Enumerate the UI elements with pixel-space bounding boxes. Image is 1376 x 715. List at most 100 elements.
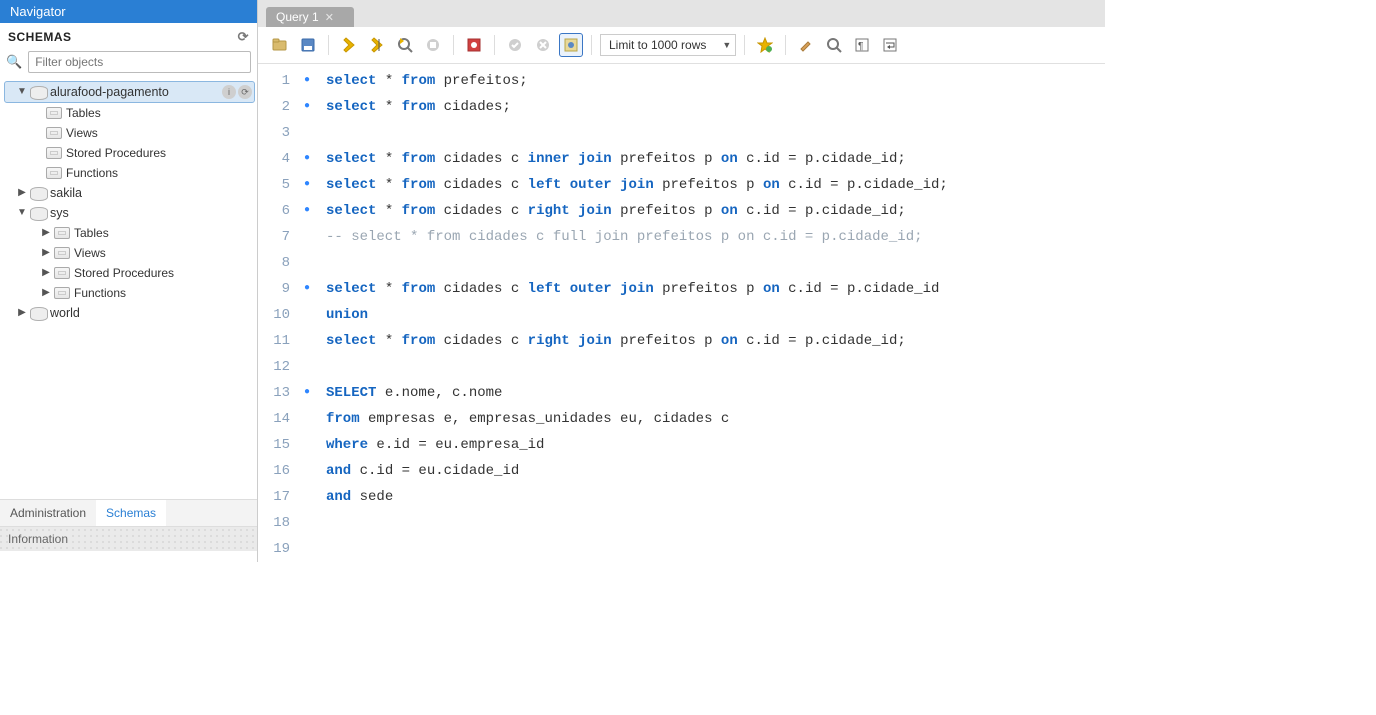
line-number: 13 [258,380,298,406]
line-number: 11 [258,328,298,354]
code-line[interactable]: union [316,302,1105,328]
stop-icon[interactable] [421,33,445,57]
folder-icon [46,127,62,139]
db-item-alurafood[interactable]: ▼ alurafood-pagamento i⟳ [4,81,255,103]
code-line[interactable]: from empresas e, empresas_unidades eu, c… [316,406,1105,432]
explain-icon[interactable] [393,33,417,57]
open-file-icon[interactable] [268,33,292,57]
schemas-label: SCHEMAS [8,30,72,44]
search-icon: 🔍 [6,54,22,70]
code-line[interactable]: select * from cidades c inner join prefe… [316,146,1105,172]
sql-editor[interactable]: 1●select * from prefeitos;2●select * fro… [258,64,1105,562]
commit-icon[interactable] [503,33,527,57]
beautify-icon[interactable] [794,33,818,57]
code-line[interactable]: where e.id = eu.empresa_id [316,432,1105,458]
rollback-icon[interactable] [531,33,555,57]
code-line[interactable]: and sede [316,484,1105,510]
line-number: 8 [258,250,298,276]
line-number: 9 [258,276,298,302]
code-line[interactable]: -- select * from cidades c full join pre… [316,224,1105,250]
execute-script-icon[interactable] [365,33,389,57]
execute-icon[interactable] [337,33,361,57]
search-icon[interactable] [822,33,846,57]
line-number: 1 [258,68,298,94]
db-item-sys[interactable]: ▼ sys [4,203,255,223]
line-number: 3 [258,120,298,146]
line-number: 6 [258,198,298,224]
code-line[interactable] [316,120,1105,146]
line-number: 19 [258,536,298,562]
tree-sys-fn[interactable]: ▶ Functions [4,283,255,303]
folder-icon [54,267,70,279]
wrap-icon[interactable] [878,33,902,57]
database-icon [30,306,46,320]
save-icon[interactable] [296,33,320,57]
code-line[interactable] [316,510,1105,536]
code-line[interactable]: select * from prefeitos; [316,68,1105,94]
query-tabs: Query 1 ✕ [258,0,1105,27]
folder-icon [54,227,70,239]
code-line[interactable]: select * from cidades c left outer join … [316,276,1105,302]
navigator-panel: Navigator SCHEMAS ⟳ 🔍 ▼ alurafood-pagame… [0,0,258,562]
database-icon [30,85,46,99]
line-number: 7 [258,224,298,250]
schema-tree: ▼ alurafood-pagamento i⟳ Tables Views St… [0,79,257,499]
line-number: 12 [258,354,298,380]
favorite-icon[interactable] [753,33,777,57]
code-line[interactable]: SELECT e.nome, c.nome [316,380,1105,406]
db-item-sakila[interactable]: ▶ sakila [4,183,255,203]
database-icon [30,206,46,220]
navigator-bottom-tabs: Administration Schemas [0,499,257,526]
statement-marker-icon: ● [298,68,316,94]
code-line[interactable] [316,536,1105,562]
database-icon [30,186,46,200]
toggle-icon[interactable] [462,33,486,57]
tree-sp[interactable]: Stored Procedures [4,143,255,163]
tree-sys-sp[interactable]: ▶ Stored Procedures [4,263,255,283]
code-line[interactable] [316,250,1105,276]
code-line[interactable]: and c.id = eu.cidade_id [316,458,1105,484]
code-line[interactable]: select * from cidades c right join prefe… [316,328,1105,354]
db-item-world[interactable]: ▶ world [4,303,255,323]
statement-marker-icon: ● [298,146,316,172]
tab-schemas[interactable]: Schemas [96,500,166,526]
line-number: 16 [258,458,298,484]
info-pill[interactable]: i⟳ [220,85,252,99]
folder-icon [46,147,62,159]
navigator-title: Navigator [0,0,257,23]
close-icon[interactable]: ✕ [325,11,334,24]
limit-rows-select[interactable]: Limit to 1000 rows ▼ [600,34,736,56]
code-line[interactable]: select * from cidades; [316,94,1105,120]
invisible-chars-icon[interactable]: ¶ [850,33,874,57]
tab-administration[interactable]: Administration [0,500,96,526]
statement-marker-icon: ● [298,380,316,406]
filter-objects-input[interactable] [28,51,251,73]
tree-sys-tables[interactable]: ▶ Tables [4,223,255,243]
statement-marker-icon: ● [298,198,316,224]
query-tab-label: Query 1 [276,10,319,24]
line-number: 2 [258,94,298,120]
code-line[interactable] [316,354,1105,380]
line-number: 14 [258,406,298,432]
line-number: 17 [258,484,298,510]
tree-fn[interactable]: Functions [4,163,255,183]
folder-icon [54,287,70,299]
line-number: 5 [258,172,298,198]
statement-marker-icon: ● [298,276,316,302]
editor-panel: Query 1 ✕ [258,0,1105,562]
folder-icon [46,107,62,119]
tree-tables[interactable]: Tables [4,103,255,123]
code-line[interactable]: select * from cidades c right join prefe… [316,198,1105,224]
query-tab-1[interactable]: Query 1 ✕ [266,7,354,27]
folder-icon [46,167,62,179]
refresh-icon[interactable]: ⟳ [238,29,249,45]
line-number: 4 [258,146,298,172]
tree-sys-views[interactable]: ▶ Views [4,243,255,263]
code-line[interactable]: select * from cidades c left outer join … [316,172,1105,198]
editor-toolbar: Limit to 1000 rows ▼ ¶ [258,27,1105,64]
tree-views[interactable]: Views [4,123,255,143]
line-number: 15 [258,432,298,458]
line-number: 10 [258,302,298,328]
autocommit-icon[interactable] [559,33,583,57]
svg-text:¶: ¶ [858,41,863,52]
